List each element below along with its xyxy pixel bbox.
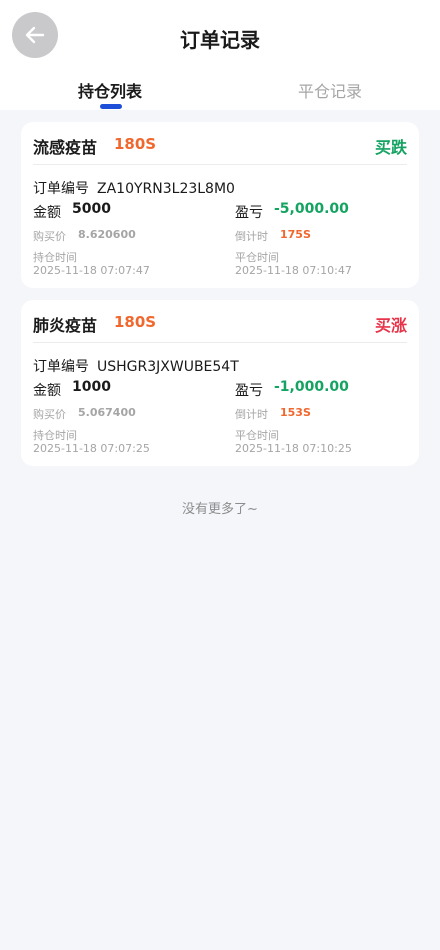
amount-label: 金额 xyxy=(33,205,61,221)
order-card[interactable]: 肺炎疫苗 180S 买涨 订单编号 USHGR3JXWUBE54T 金额 1000… xyxy=(21,300,419,466)
product-name: 肺炎疫苗 xyxy=(33,316,98,335)
close-time-label: 平仓时间 xyxy=(235,251,279,264)
amount-value: 5000 xyxy=(72,201,111,217)
pnl-value: -5,000.00 xyxy=(274,201,349,217)
pnl-label: 盈亏 xyxy=(235,383,263,399)
buy-price-value: 5.067400 xyxy=(78,406,136,419)
duration-badge: 180S xyxy=(114,313,157,331)
tab-closed-records[interactable]: 平仓记录 xyxy=(220,78,440,102)
tab-bar: 持仓列表 平仓记录 xyxy=(0,78,440,110)
countdown-label: 倒计时 xyxy=(235,230,268,243)
app-root: 订单记录 持仓列表 平仓记录 流感疫苗 180S 买跌 订单编号 ZA10YRN3… xyxy=(0,0,440,950)
order-card-header: 肺炎疫苗 180S 买涨 xyxy=(33,312,407,335)
open-time-label: 持仓时间 xyxy=(33,429,77,442)
order-number-value: USHGR3JXWUBE54T xyxy=(97,359,239,375)
open-time-value: 2025-11-18 07:07:47 xyxy=(33,264,150,277)
pnl-label: 盈亏 xyxy=(235,205,263,221)
buy-price-value: 8.620600 xyxy=(78,228,136,241)
amount-value: 1000 xyxy=(72,379,111,395)
header: 订单记录 持仓列表 平仓记录 xyxy=(0,0,440,110)
amount-label: 金额 xyxy=(33,383,61,399)
product-name: 流感疫苗 xyxy=(33,138,98,157)
no-more-text: 没有更多了~ xyxy=(182,502,258,517)
order-number-label: 订单编号 xyxy=(33,359,89,375)
order-card-header: 流感疫苗 180S 买跌 xyxy=(33,134,407,157)
divider xyxy=(33,342,407,343)
order-number-row: 订单编号 ZA10YRN3L23L8M0 xyxy=(33,178,235,198)
countdown-label: 倒计时 xyxy=(235,408,268,421)
close-time-value: 2025-11-18 07:10:47 xyxy=(235,264,352,277)
direction-label: 买涨 xyxy=(374,316,407,335)
duration-badge: 180S xyxy=(114,135,157,153)
buy-price-label: 购买价 xyxy=(33,230,66,243)
buy-price-label: 购买价 xyxy=(33,408,66,421)
pnl-value: -1,000.00 xyxy=(274,379,349,395)
page-title: 订单记录 xyxy=(180,28,260,52)
close-time-label: 平仓时间 xyxy=(235,429,279,442)
order-number-value: ZA10YRN3L23L8M0 xyxy=(97,181,235,197)
close-time-value: 2025-11-18 07:10:25 xyxy=(235,442,352,455)
divider xyxy=(33,164,407,165)
open-time-label: 持仓时间 xyxy=(33,251,77,264)
order-number-row: 订单编号 USHGR3JXWUBE54T xyxy=(33,356,239,376)
active-tab-indicator xyxy=(100,104,122,109)
open-time-value: 2025-11-18 07:07:25 xyxy=(33,442,150,455)
tab-positions[interactable]: 持仓列表 xyxy=(0,78,220,102)
countdown-value: 175S xyxy=(280,228,311,241)
order-number-label: 订单编号 xyxy=(33,181,89,197)
countdown-value: 153S xyxy=(280,406,311,419)
direction-label: 买跌 xyxy=(374,138,407,157)
order-card[interactable]: 流感疫苗 180S 买跌 订单编号 ZA10YRN3L23L8M0 金额 5000… xyxy=(21,122,419,288)
